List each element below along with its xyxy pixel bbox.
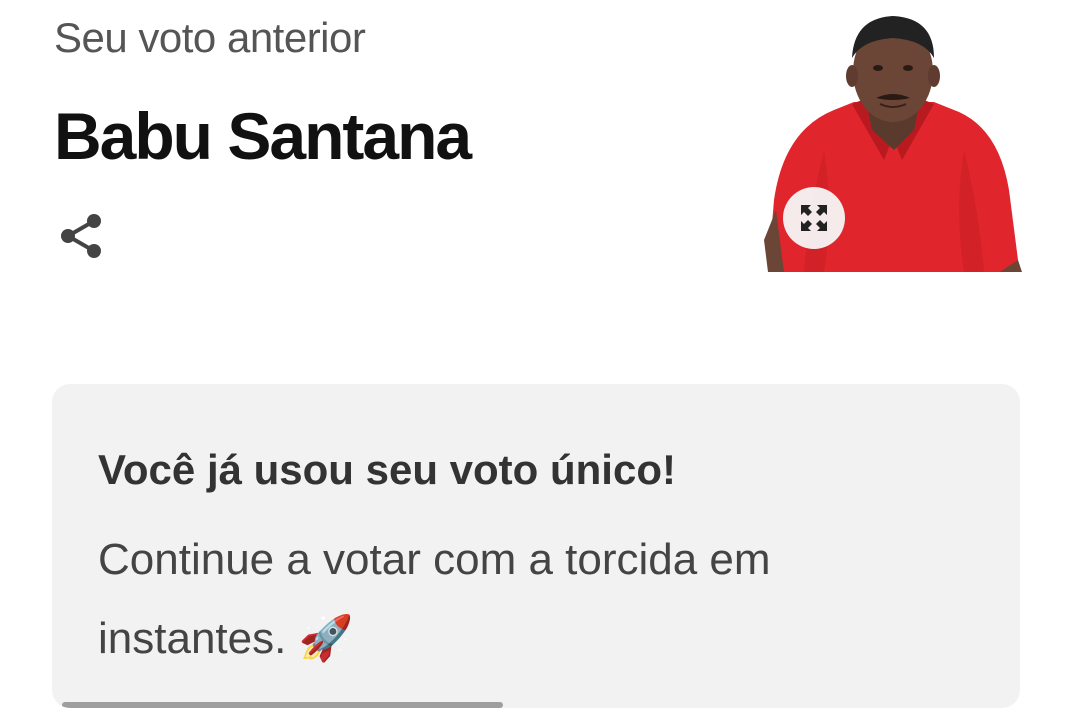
expand-icon — [801, 205, 827, 231]
progress-bar — [62, 702, 503, 708]
notice-title: Você já usou seu voto único! — [98, 446, 676, 493]
notice-message-block: Continue a votar com a torcida em instan… — [98, 520, 898, 678]
rocket-icon: 🚀 — [298, 614, 354, 663]
share-icon — [61, 214, 101, 258]
notice-message: Continue a votar com a torcida em instan… — [98, 535, 771, 663]
progress-track — [62, 702, 1020, 708]
previous-vote-label: Seu voto anterior — [54, 14, 366, 61]
vote-notice-card: Você já usou seu voto único! Continue a … — [52, 384, 1020, 708]
expand-photo-button[interactable] — [783, 187, 845, 249]
share-button[interactable] — [56, 210, 106, 262]
candidate-name: Babu Santana — [54, 99, 472, 173]
